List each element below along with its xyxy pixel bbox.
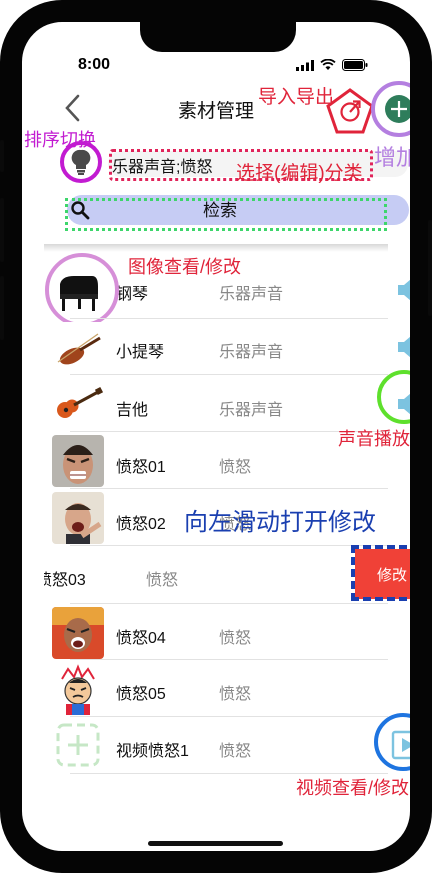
notch xyxy=(140,22,296,52)
edit-highlight xyxy=(351,545,410,601)
angry-face-thumbnail[interactable] xyxy=(52,435,104,487)
row-divider xyxy=(70,716,388,717)
row-divider xyxy=(70,318,388,319)
row-divider xyxy=(70,659,388,660)
annotation-sound-play: 声音播放 xyxy=(338,429,410,449)
annotation-add: 增加 xyxy=(374,145,419,170)
annotation-swipe-hint: 向左滑动打开修改 xyxy=(184,509,376,536)
add-button[interactable] xyxy=(384,94,414,124)
row-name: 钢琴 xyxy=(116,286,149,303)
row-name: 愤怒03 xyxy=(44,572,86,589)
row-category: 乐器声音 xyxy=(219,344,284,361)
power-button xyxy=(428,220,432,316)
panel-divider xyxy=(44,244,388,252)
sound-play-highlight xyxy=(377,370,410,424)
angry-face-thumbnail[interactable] xyxy=(52,492,104,544)
battery-icon xyxy=(342,59,368,71)
violin-thumbnail[interactable] xyxy=(52,322,104,374)
search-highlight xyxy=(65,198,387,231)
home-indicator xyxy=(148,841,283,846)
row-name-clipped: 愤怒03 xyxy=(44,566,104,590)
status-icons xyxy=(296,59,368,71)
row-category: 愤怒 xyxy=(219,686,252,703)
import-export-icon[interactable] xyxy=(338,98,364,124)
image-view-highlight xyxy=(45,253,119,327)
row-category: 愤怒 xyxy=(219,743,252,760)
row-category: 乐器声音 xyxy=(219,286,284,303)
speaker-icon[interactable] xyxy=(396,276,428,304)
row-name: 小提琴 xyxy=(116,344,165,361)
guitar-thumbnail[interactable] xyxy=(52,378,104,430)
volume-up-button xyxy=(0,198,4,262)
row-name: 愤怒04 xyxy=(116,630,166,647)
volume-down-button xyxy=(0,276,4,340)
status-time: 8:00 xyxy=(78,56,111,73)
video-view-highlight xyxy=(374,713,410,771)
row-name: 吉他 xyxy=(116,402,149,419)
row-name: 愤怒01 xyxy=(116,459,166,476)
row-category: 愤怒 xyxy=(219,630,252,647)
cartoon-angry-thumbnail[interactable] xyxy=(52,663,104,715)
lightbulb-icon[interactable] xyxy=(69,148,93,176)
annotation-video-view: 视频查看/修改 xyxy=(296,778,410,798)
mute-switch xyxy=(0,140,4,172)
annotation-sort-toggle: 排序切换 xyxy=(24,130,96,150)
annotation-import-export: 导入导出 xyxy=(258,87,335,108)
speaker-icon[interactable] xyxy=(396,333,428,361)
row-category: 乐器声音 xyxy=(219,402,284,419)
phone-frame: 8:00 素材管理 乐器声音;愤怒 检索 钢琴 乐器声音 小提琴 乐器声音 吉他… xyxy=(0,0,432,873)
row-divider xyxy=(70,488,388,489)
row-divider xyxy=(70,603,388,604)
row-category: 愤怒 xyxy=(146,572,179,589)
row-name: 愤怒02 xyxy=(116,516,166,533)
annotation-image-view: 图像查看/修改 xyxy=(128,257,242,277)
row-divider xyxy=(70,374,388,375)
angry-face-thumbnail[interactable] xyxy=(52,607,104,659)
row-divider xyxy=(70,545,388,546)
annotation-select-category: 选择(编辑)分类 xyxy=(236,163,363,184)
row-name: 视频愤怒1 xyxy=(116,743,189,760)
signal-icon xyxy=(296,59,314,71)
wifi-icon xyxy=(320,59,336,70)
add-media-placeholder-icon[interactable] xyxy=(55,722,101,768)
row-name: 愤怒05 xyxy=(116,686,166,703)
row-category: 愤怒 xyxy=(219,459,252,476)
